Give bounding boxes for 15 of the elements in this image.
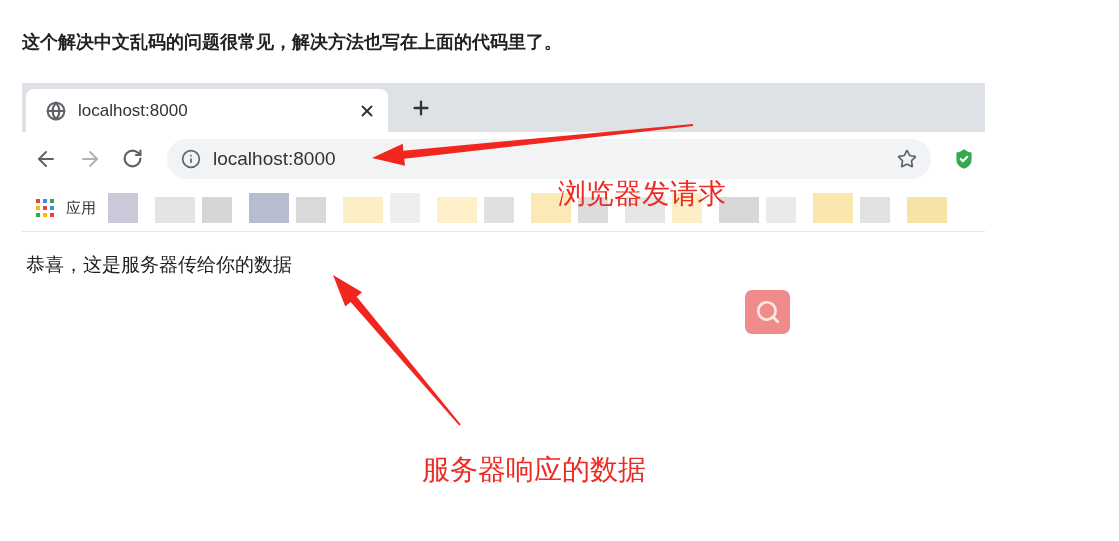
- browser-tab[interactable]: localhost:8000: [26, 89, 388, 132]
- search-icon: [754, 299, 781, 325]
- heading-text: 这个解决中文乱码的问题很常见，解决方法也写在上面的代码里了。: [22, 30, 563, 54]
- address-text: localhost:8000: [213, 147, 337, 170]
- info-icon: [181, 148, 201, 169]
- address-bar[interactable]: localhost:8000: [167, 138, 931, 179]
- star-icon[interactable]: [897, 148, 917, 169]
- apps-icon[interactable]: [36, 199, 54, 217]
- annotation-label: 服务器响应的数据: [422, 452, 646, 488]
- reload-icon[interactable]: [122, 148, 143, 169]
- apps-label[interactable]: 应用: [66, 198, 96, 218]
- page-text: 恭喜，这是服务器传给你的数据: [26, 252, 293, 277]
- annotation-label: 浏览器发请求: [558, 176, 726, 212]
- tab-title: localhost:8000: [78, 100, 189, 121]
- globe-icon: [46, 100, 66, 121]
